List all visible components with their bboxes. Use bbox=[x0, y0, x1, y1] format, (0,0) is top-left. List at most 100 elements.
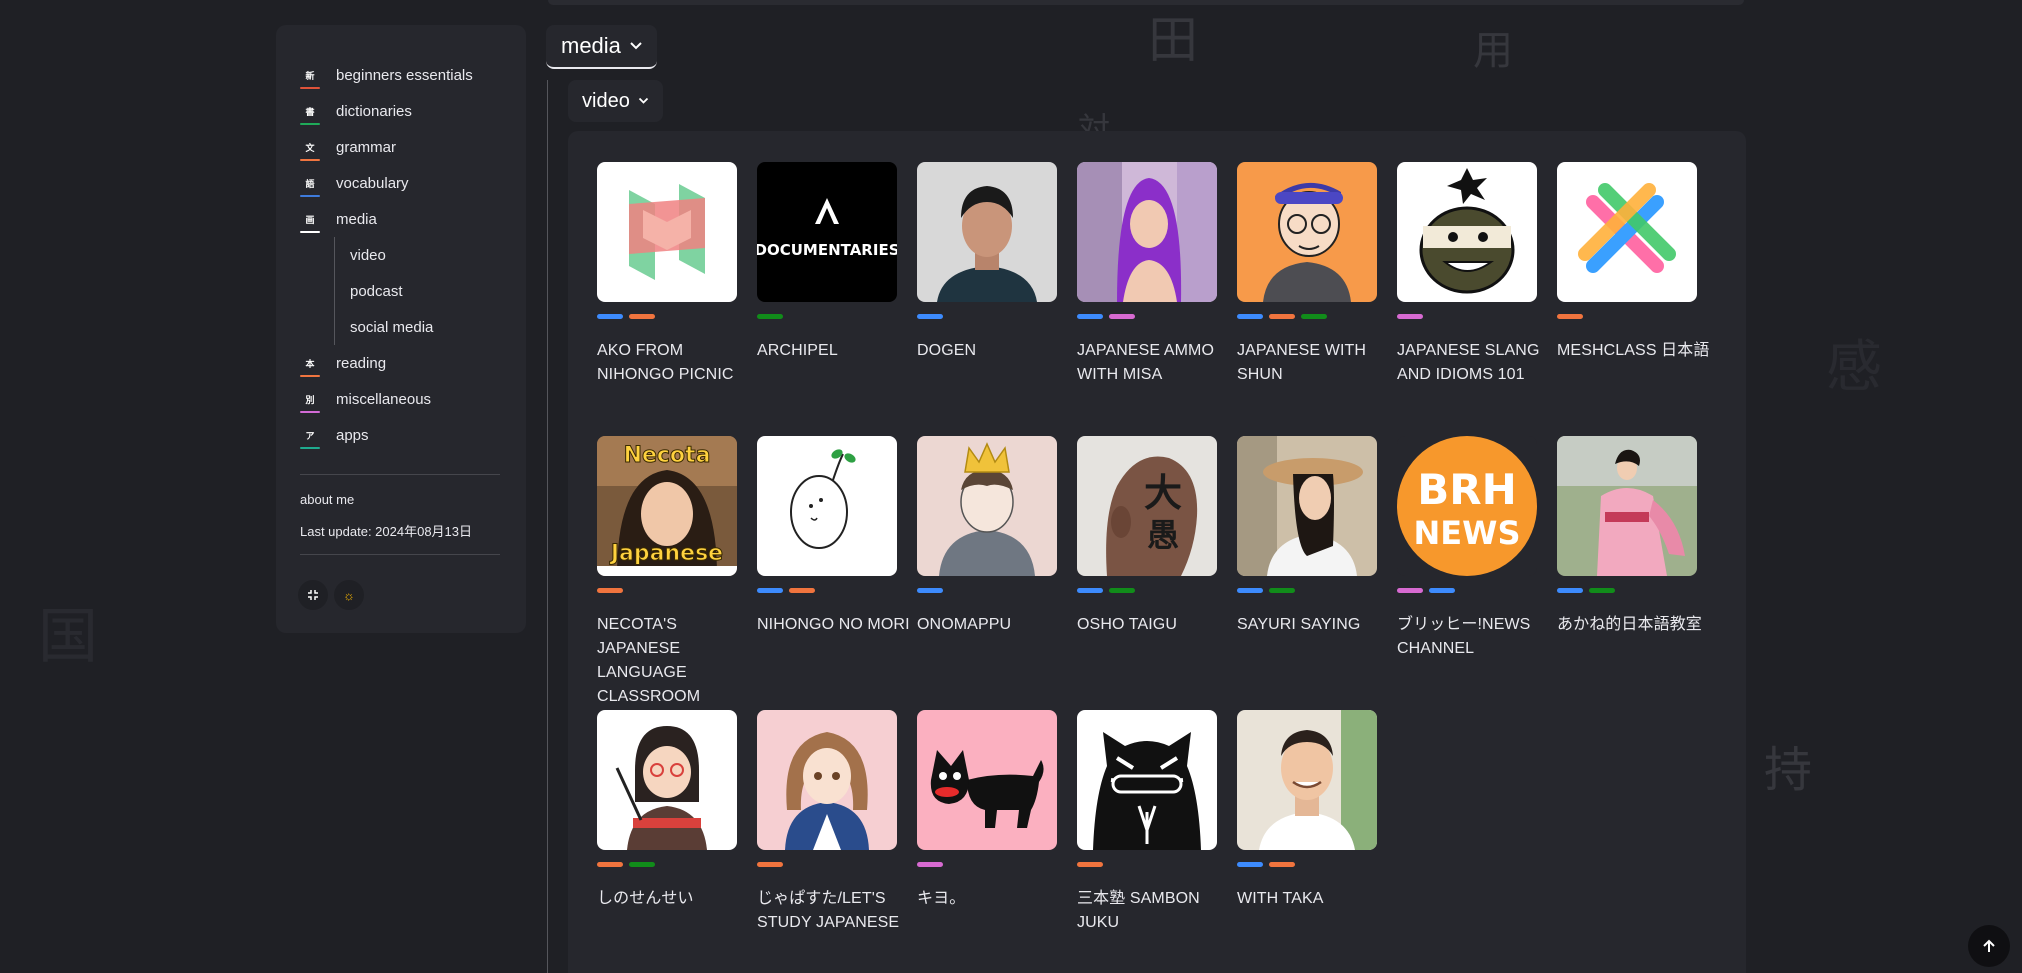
sidebar-nav: 新 beginners essentials 書 dictionaries 文 … bbox=[300, 57, 473, 453]
background-kanji: 持 bbox=[1764, 742, 1813, 798]
divider bbox=[300, 474, 500, 475]
channel-card[interactable]: Necota Japanese NECOTA'S JAPANESE LANGUA… bbox=[597, 436, 749, 709]
tag-blue bbox=[917, 314, 943, 319]
sidebar-subitem-label: podcast bbox=[350, 282, 403, 300]
category-glyph-icon: 語 bbox=[300, 173, 320, 197]
thumbnail-text: NEWS bbox=[1414, 514, 1521, 552]
channel-name: 三本塾 SAMBON JUKU bbox=[1077, 890, 1200, 931]
tag-list bbox=[757, 314, 909, 319]
category-select-value: media bbox=[561, 33, 621, 58]
channel-card[interactable]: MESHCLASS 日本語 bbox=[1557, 162, 1709, 363]
sidebar-subitem-video[interactable]: video bbox=[335, 237, 473, 273]
channel-card[interactable]: DOGEN bbox=[917, 162, 1069, 363]
channel-card[interactable]: BRH NEWS ブリッヒー!NEWS CHANNEL bbox=[1397, 436, 1549, 661]
thumbnail-text: BRH bbox=[1417, 465, 1517, 514]
channel-card[interactable]: WITH TAKA bbox=[1237, 710, 1389, 911]
sidebar-item-miscellaneous[interactable]: 別 miscellaneous bbox=[300, 381, 473, 417]
tag-list bbox=[597, 588, 749, 593]
theme-toggle-button[interactable]: ☼ bbox=[334, 580, 364, 610]
channel-name: JAPANESE SLANG AND IDIOMS 101 bbox=[1397, 342, 1540, 383]
tag-pink bbox=[917, 862, 943, 867]
sidebar-item-vocabulary[interactable]: 語 vocabulary bbox=[300, 165, 473, 201]
tag-green bbox=[757, 314, 783, 319]
svg-text:DOCUMENTARIES: DOCUMENTARIES bbox=[757, 241, 897, 259]
channel-card[interactable]: じゃぱすた/LET'S STUDY JAPANESE bbox=[757, 710, 909, 935]
tag-blue bbox=[1237, 862, 1263, 867]
sidebar-item-label: dictionaries bbox=[336, 102, 412, 120]
tag-green bbox=[1109, 588, 1135, 593]
tag-list bbox=[757, 588, 909, 593]
chevron-down-icon bbox=[630, 42, 642, 50]
channel-card[interactable]: DOCUMENTARIES ARCHIPEL bbox=[757, 162, 909, 363]
tag-list bbox=[1077, 314, 1229, 319]
sidebar-item-media[interactable]: 画 media bbox=[300, 201, 473, 237]
channel-card[interactable]: JAPANESE SLANG AND IDIOMS 101 bbox=[1397, 162, 1549, 387]
channel-card[interactable]: あかね的日本語教室 bbox=[1557, 436, 1709, 637]
sidebar-subitem-social-media[interactable]: social media bbox=[335, 309, 473, 345]
sidebar-item-beginners-essentials[interactable]: 新 beginners essentials bbox=[300, 57, 473, 93]
sidebar-item-reading[interactable]: 本 reading bbox=[300, 345, 473, 381]
scroll-to-top-button[interactable] bbox=[1968, 925, 2010, 967]
tag-blue bbox=[1429, 588, 1455, 593]
subcategory-select[interactable]: video bbox=[568, 80, 663, 122]
channel-grid-panel: AKO FROM NIHONGO PICNIC DOCUMENTARIES AR… bbox=[568, 131, 1746, 973]
tag-list bbox=[1397, 588, 1549, 593]
tag-blue bbox=[1557, 588, 1583, 593]
channel-card[interactable]: しのせんせい bbox=[597, 710, 749, 911]
sayuri-portrait bbox=[1237, 436, 1377, 576]
channel-card[interactable]: 三本塾 SAMBON JUKU bbox=[1077, 710, 1229, 935]
category-glyph-icon: 本 bbox=[300, 353, 320, 377]
tag-blue bbox=[1077, 314, 1103, 319]
collapse-button[interactable] bbox=[298, 580, 328, 610]
category-glyph-icon: 書 bbox=[300, 101, 320, 125]
channel-card[interactable]: SAYURI SAYING bbox=[1237, 436, 1389, 637]
tag-blue bbox=[1237, 588, 1263, 593]
category-select[interactable]: media bbox=[546, 25, 657, 69]
channel-card[interactable]: JAPANESE WITH SHUN bbox=[1237, 162, 1389, 387]
tag-green bbox=[1269, 588, 1295, 593]
sprout-mascot bbox=[757, 436, 897, 576]
tag-green bbox=[629, 862, 655, 867]
channel-card[interactable]: AKO FROM NIHONGO PICNIC bbox=[597, 162, 749, 387]
black-cat-drawing bbox=[917, 710, 1057, 850]
channel-card[interactable]: NIHONGO NO MORI bbox=[757, 436, 910, 637]
tag-pink bbox=[1109, 314, 1135, 319]
sidebar-item-apps[interactable]: ア apps bbox=[300, 417, 473, 453]
crowned-boy-drawing bbox=[917, 436, 1057, 576]
tag-list bbox=[1077, 588, 1229, 593]
channel-card[interactable]: キヨ。 bbox=[917, 710, 1069, 911]
sidebar-item-label: apps bbox=[336, 426, 369, 444]
content-divider-line bbox=[547, 80, 548, 973]
sun-icon: ☼ bbox=[343, 587, 355, 603]
background-kanji: 国 bbox=[38, 602, 98, 672]
last-update-text: Last update: 2024年08月13日 bbox=[300, 524, 473, 539]
sidebar-item-label: beginners essentials bbox=[336, 66, 473, 84]
tag-orange bbox=[1269, 862, 1295, 867]
sidebar-item-grammar[interactable]: 文 grammar bbox=[300, 129, 473, 165]
channel-name: キヨ。 bbox=[917, 890, 966, 907]
sidebar-item-dictionaries[interactable]: 書 dictionaries bbox=[300, 93, 473, 129]
chevron-down-icon bbox=[638, 97, 648, 104]
tag-orange bbox=[1077, 862, 1103, 867]
tag-orange bbox=[757, 862, 783, 867]
channel-card[interactable]: JAPANESE AMMO WITH MISA bbox=[1077, 162, 1229, 387]
arrow-up-icon bbox=[1983, 939, 1995, 952]
channel-name: OSHO TAIGU bbox=[1077, 616, 1177, 633]
channel-name: SAYURI SAYING bbox=[1237, 616, 1361, 633]
channel-card[interactable]: 大 愚 OSHO TAIGU bbox=[1077, 436, 1229, 637]
tag-list bbox=[1397, 314, 1549, 319]
channel-card[interactable]: ONOMAPPU bbox=[917, 436, 1069, 637]
tag-list bbox=[1237, 314, 1389, 319]
tag-orange bbox=[597, 862, 623, 867]
channel-name: MESHCLASS 日本語 bbox=[1557, 342, 1710, 359]
sidebar-item-label: media bbox=[336, 210, 377, 228]
sidebar-subitem-podcast[interactable]: podcast bbox=[335, 273, 473, 309]
thumbnail-text: Necota bbox=[624, 443, 711, 468]
girl-illustration bbox=[757, 710, 897, 850]
about-me-link[interactable]: about me bbox=[300, 492, 354, 507]
meshclass-logo bbox=[1557, 162, 1697, 302]
tag-blue bbox=[1237, 314, 1263, 319]
category-glyph-icon: 文 bbox=[300, 137, 320, 161]
category-glyph-icon: 新 bbox=[300, 65, 320, 89]
tag-list bbox=[1237, 588, 1389, 593]
